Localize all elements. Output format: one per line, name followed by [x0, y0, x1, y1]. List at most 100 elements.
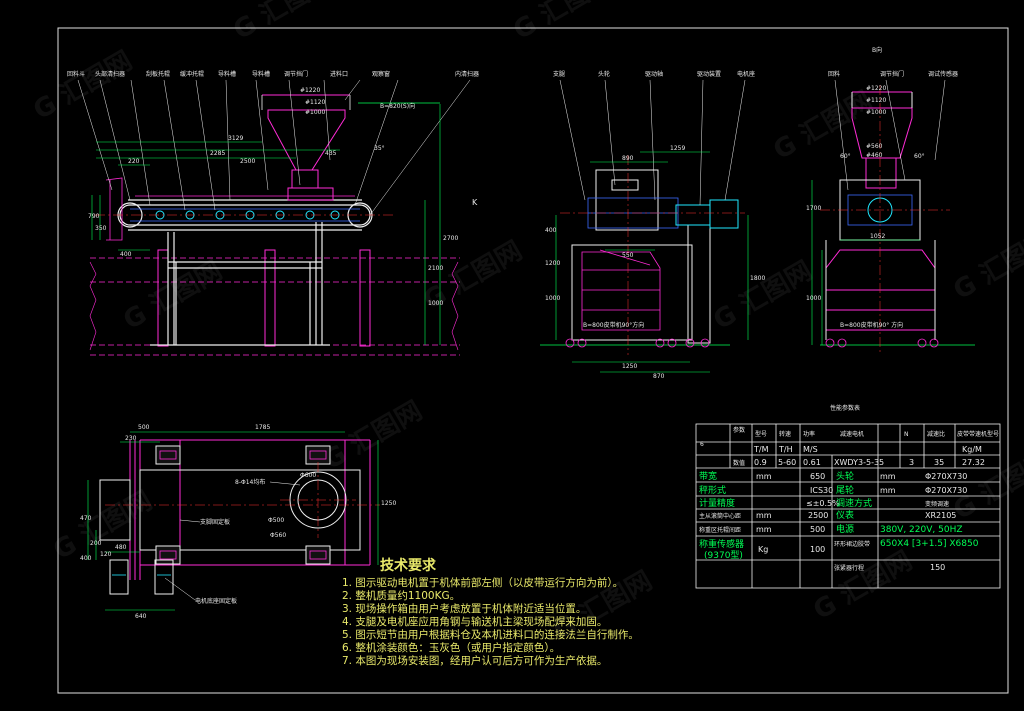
- watermark-text: G 汇图网: [809, 546, 918, 626]
- tbl-r1-1: 型号: [755, 430, 767, 438]
- tbl-r6-0: 计量精度: [699, 497, 735, 509]
- side-dim-435: 435: [325, 150, 337, 157]
- side-dim-k: K: [472, 198, 478, 207]
- side-label-3: 缓冲托辊: [180, 70, 204, 78]
- tbl-r3-4: 0.61: [803, 458, 821, 467]
- plan-d500: Φ500: [268, 517, 284, 524]
- plan-d560: Φ560: [270, 532, 286, 539]
- tbl-r7-0: 主从滚筒中心距: [699, 512, 741, 520]
- front-dim-870: 870: [653, 373, 665, 380]
- tbl-r4-4: mm: [880, 472, 896, 481]
- side-label-4: 导料槽: [218, 70, 236, 78]
- side-label-2: 刮板托辊: [146, 70, 170, 78]
- side-dim-2285: 2285: [210, 150, 225, 157]
- tbl-r6-3: 调速方式: [836, 497, 872, 509]
- tbl-r2-2: T/M: [753, 445, 769, 454]
- tbl-r7-5: XR2105: [925, 511, 956, 520]
- plan-dim-500: 500: [138, 424, 150, 431]
- tbl-r8-1: mm: [756, 525, 772, 534]
- watermark-text: G 汇图网: [29, 46, 138, 126]
- front-label-2: 驱动轴: [645, 70, 663, 78]
- front-dim-890: 890: [622, 155, 634, 162]
- front-dim-1200: 1200: [545, 260, 560, 267]
- tbl-r3-5: XWDY3-5-35: [834, 458, 884, 467]
- cad-drawing-canvas: G 汇图网G 汇图网 G 汇图网G 汇图网G 汇图网 G 汇图网 G 汇图网 G 汇图网…: [29, 0, 1024, 694]
- plan-bolts: 8-Φ14均布: [235, 478, 265, 486]
- front-dim-1250: 1250: [622, 363, 637, 370]
- tbl-r5-0: 秤形式: [699, 484, 726, 496]
- tbl-r3-6: 3: [909, 458, 914, 467]
- tbl-r4-3: 头轮: [836, 470, 854, 482]
- tbl-r8-0: 称重区托辊间距: [699, 526, 741, 534]
- tbl-r7-3: 仪表: [836, 509, 854, 521]
- tbl-r4-0: 带宽: [699, 470, 717, 482]
- tbl-r4-1: mm: [756, 472, 772, 481]
- tbl-r7-1: mm: [756, 511, 772, 520]
- tbl-r1-2: 转速: [779, 430, 791, 438]
- front-label-0: 支腿: [553, 70, 565, 78]
- view-b-d1220: #1220: [866, 85, 886, 92]
- tbl-r5-3: 尾轮: [836, 484, 854, 496]
- tbl-r1-4: 减速电机: [840, 430, 864, 438]
- watermark-text: G 汇图网: [229, 0, 338, 46]
- view-b-w1052: 1052: [870, 233, 885, 240]
- front-label-1: 头轮: [598, 70, 610, 78]
- plan-d600: Φ600: [300, 472, 316, 479]
- view-b-ang2: 60°: [914, 153, 925, 160]
- tbl-r8-5: 380V, 220V, 50HZ: [880, 525, 963, 535]
- watermark-text: G 汇图网: [509, 0, 618, 46]
- requirement-1: 1. 图示驱动电机置于机体前部左侧（以皮带运行方向为前）。: [342, 576, 623, 589]
- front-dim-1259: 1259: [670, 145, 685, 152]
- view-b-title: B向: [872, 46, 882, 54]
- side-dim-2700: 2700: [443, 235, 458, 242]
- side-label-5: 导料槽: [252, 70, 270, 78]
- tbl-r10-5: 150: [930, 563, 945, 572]
- plan-dim-230: 230: [125, 435, 137, 442]
- tbl-r5-4: mm: [880, 486, 896, 495]
- side-label-6: 调节挡门: [284, 70, 308, 78]
- front-note: B=800皮带机90°方向: [583, 321, 644, 329]
- tbl-r5-6: Φ270X730: [925, 486, 967, 495]
- tbl-r5-2: ICS30: [810, 486, 833, 495]
- view-b-h1000: 1000: [806, 295, 821, 302]
- front-label-3: 驱动装置: [697, 70, 721, 78]
- plan-dim-1785: 1785: [255, 424, 270, 431]
- tbl-r8-3: 电源: [836, 523, 854, 535]
- side-dim-d1000: #1000: [305, 109, 325, 116]
- side-dim-d1120: #1120: [305, 99, 325, 106]
- watermark-text: G 汇图网: [949, 226, 1024, 306]
- watermark-text: G 汇图网: [709, 256, 818, 336]
- plan-dim-200: 200: [90, 540, 102, 547]
- tbl-r4-6: Φ270X730: [925, 472, 967, 481]
- view-b-d1120: #1120: [866, 97, 886, 104]
- table-title: 性能参数表: [830, 404, 860, 412]
- tbl-r9-3: 环形裙边胶带: [834, 540, 870, 548]
- view-b-d560: #560: [866, 143, 883, 150]
- tbl-r9-0: 称重传感器: [699, 538, 744, 550]
- side-label-9: 内清扫器: [455, 70, 479, 78]
- requirement-6: 6. 整机涂装颜色：玉灰色（或用户指定颜色）。: [342, 641, 560, 654]
- front-label-4: 电机座: [737, 70, 755, 78]
- tbl-r4-2: 650: [810, 472, 825, 481]
- side-dim-d1220: #1220: [300, 87, 320, 94]
- view-b-note: B=800皮带机90° 方向: [840, 321, 903, 329]
- side-label-8: 观察窗: [372, 70, 390, 78]
- view-b-label-1: 调节挡门: [880, 70, 904, 78]
- tbl-r2-3: T/H: [778, 445, 793, 454]
- side-dim-3129: 3129: [228, 135, 243, 142]
- side-dim-220: 220: [128, 158, 140, 165]
- tbl-r3-7: 35: [934, 458, 944, 467]
- front-dim-1000: 1000: [545, 295, 560, 302]
- tbl-r2-1: 数值: [733, 459, 745, 467]
- tbl-r9-5: 650X4 [3+1.5] X6850: [880, 539, 979, 549]
- front-dim-1800: 1800: [750, 275, 765, 282]
- tbl-r3-2: 0.9: [754, 458, 767, 467]
- view-b-d460: #460: [866, 152, 883, 159]
- front-dim-400: 400: [545, 227, 557, 234]
- tbl-r3-3: 5-60: [778, 458, 796, 467]
- tbl-r9-1: Kg: [758, 545, 768, 554]
- requirement-3: 3. 现场操作箱由用户考虑放置于机体附近适当位置。: [342, 602, 586, 615]
- front-view-texts: 支腿 头轮 驱动轴 驱动装置 电机座 890 1259 550 1250 870…: [545, 70, 765, 380]
- side-dim-400: 400: [120, 251, 132, 258]
- side-dim-790: 790: [88, 213, 100, 220]
